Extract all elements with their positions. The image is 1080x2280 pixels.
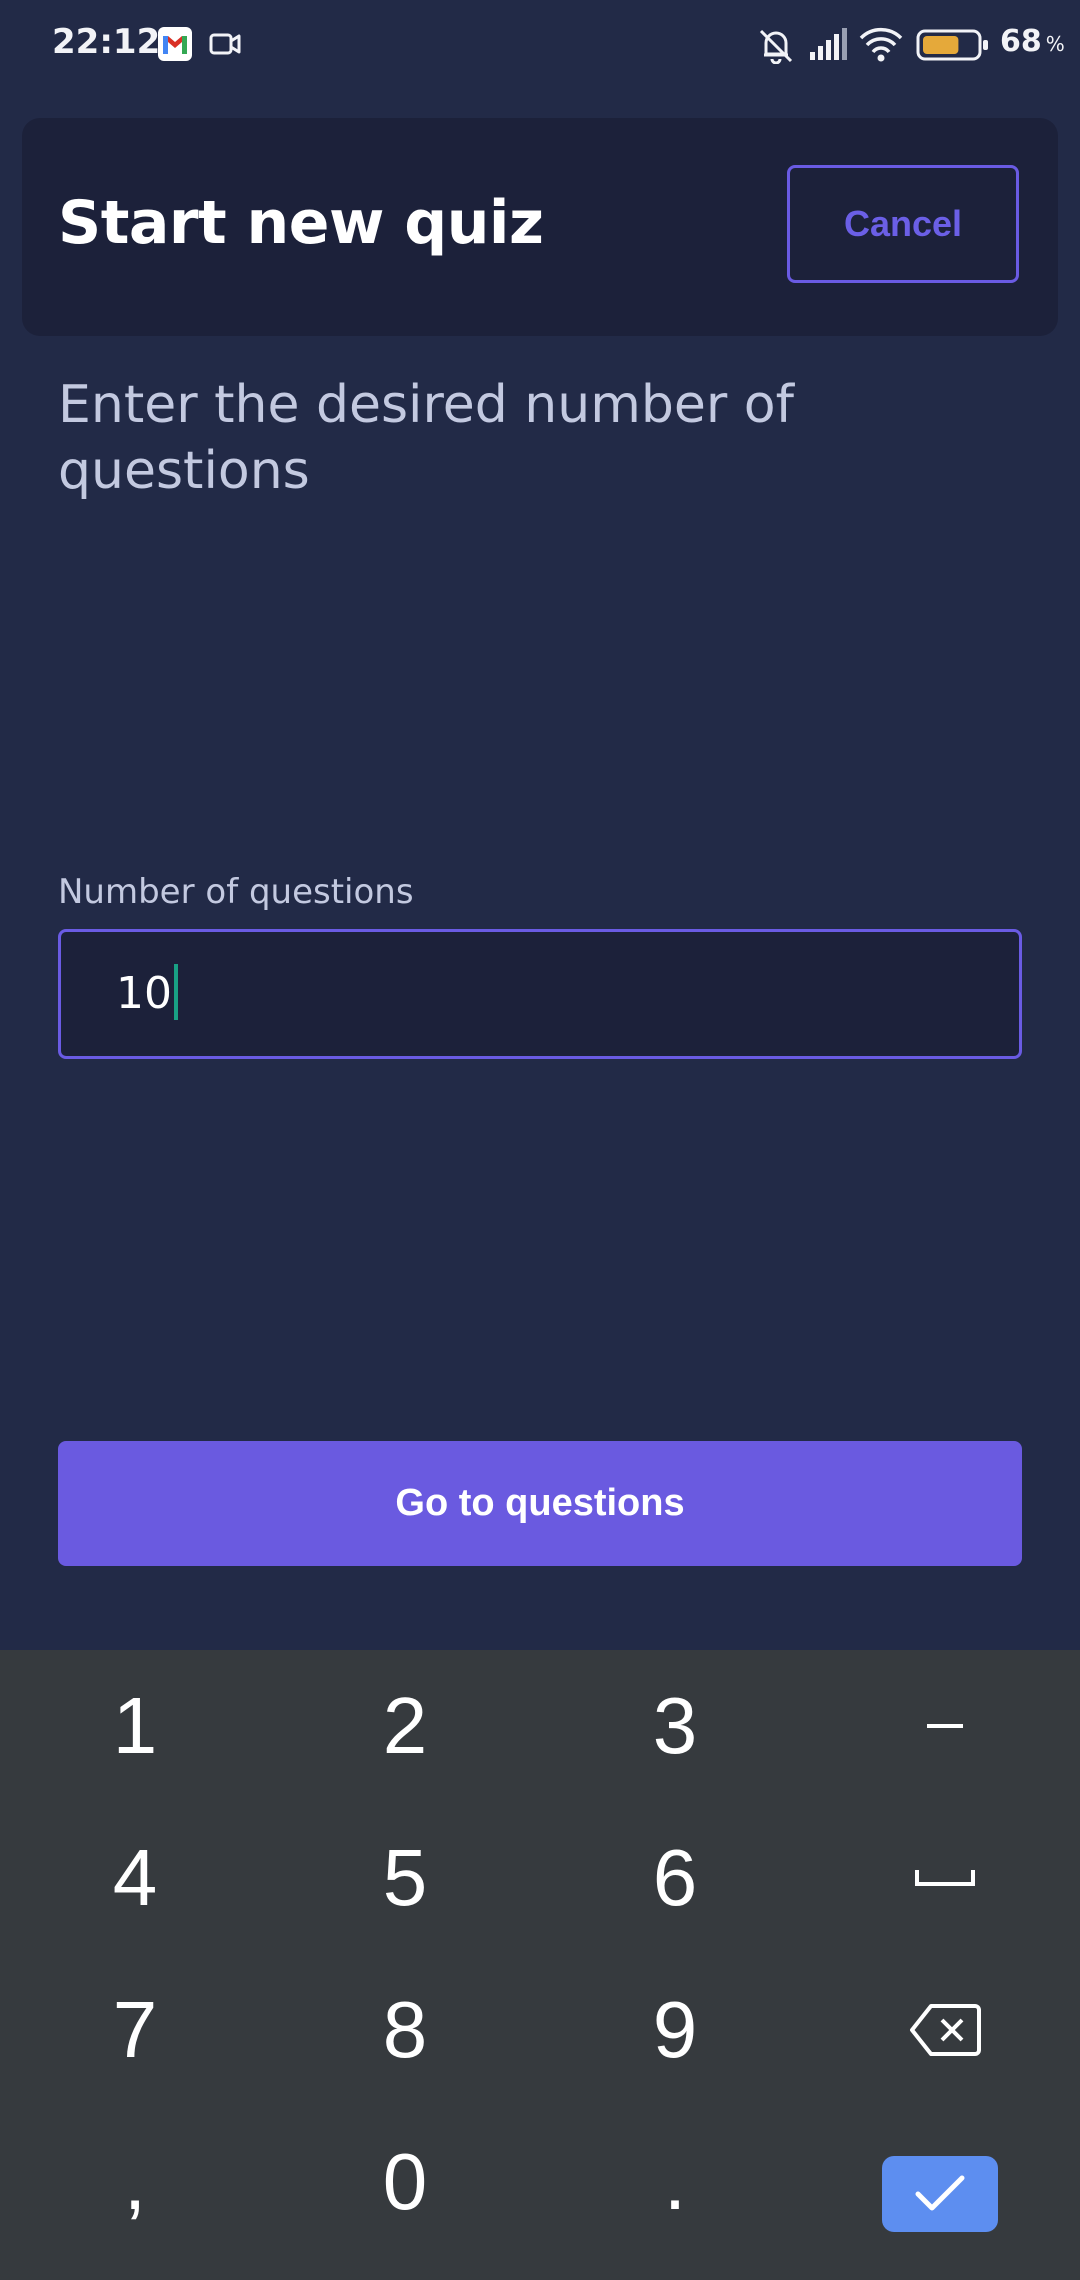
numeric-keyboard: 1 2 3 4 5 6 7 8 9 , 0 .: [0, 1650, 1080, 2280]
key-7[interactable]: 7: [0, 1954, 270, 2106]
input-value: 10: [116, 964, 178, 1024]
key-9[interactable]: 9: [540, 1954, 810, 2106]
key-comma[interactable]: ,: [0, 2106, 270, 2258]
gmail-icon: [158, 27, 192, 61]
key-6[interactable]: 6: [540, 1802, 810, 1954]
cancel-button[interactable]: Cancel: [787, 165, 1019, 283]
battery-percent: 68%: [1000, 24, 1065, 59]
wifi-icon: [858, 26, 904, 68]
key-minus[interactable]: [810, 1650, 1080, 1802]
key-space[interactable]: [810, 1802, 1080, 1954]
notifications-muted-icon: [756, 26, 796, 68]
key-1[interactable]: 1: [0, 1650, 270, 1802]
go-to-questions-button[interactable]: Go to questions: [58, 1441, 1022, 1566]
key-period[interactable]: .: [540, 2106, 810, 2258]
page-title: Start new quiz: [58, 188, 544, 258]
minus-icon: [927, 1724, 963, 1728]
key-2[interactable]: 2: [270, 1650, 540, 1802]
battery-icon: [916, 28, 990, 66]
instruction-text: Enter the desired number of questions: [58, 375, 794, 501]
question-count-label: Number of questions: [58, 872, 414, 912]
status-right: 68%: [660, 0, 1080, 92]
key-4[interactable]: 4: [0, 1802, 270, 1954]
text-caret: [174, 964, 178, 1020]
key-8[interactable]: 8: [270, 1954, 540, 2106]
signal-icon: [808, 28, 848, 66]
done-key[interactable]: [882, 2156, 998, 2232]
video-camera-icon: [209, 30, 241, 62]
backspace-icon: [910, 2004, 981, 2056]
key-3[interactable]: 3: [540, 1650, 810, 1802]
space-icon: [915, 1870, 975, 1886]
header-card: Start new quiz Cancel: [22, 118, 1058, 336]
checkmark-icon: [915, 2175, 965, 2211]
key-5[interactable]: 5: [270, 1802, 540, 1954]
question-count-input[interactable]: 10: [58, 929, 1022, 1059]
status-time: 22:12: [52, 22, 161, 62]
key-0[interactable]: 0: [270, 2106, 540, 2258]
status-bar: 22:12 68 %: [0, 0, 1080, 92]
key-backspace[interactable]: [810, 1954, 1080, 2106]
